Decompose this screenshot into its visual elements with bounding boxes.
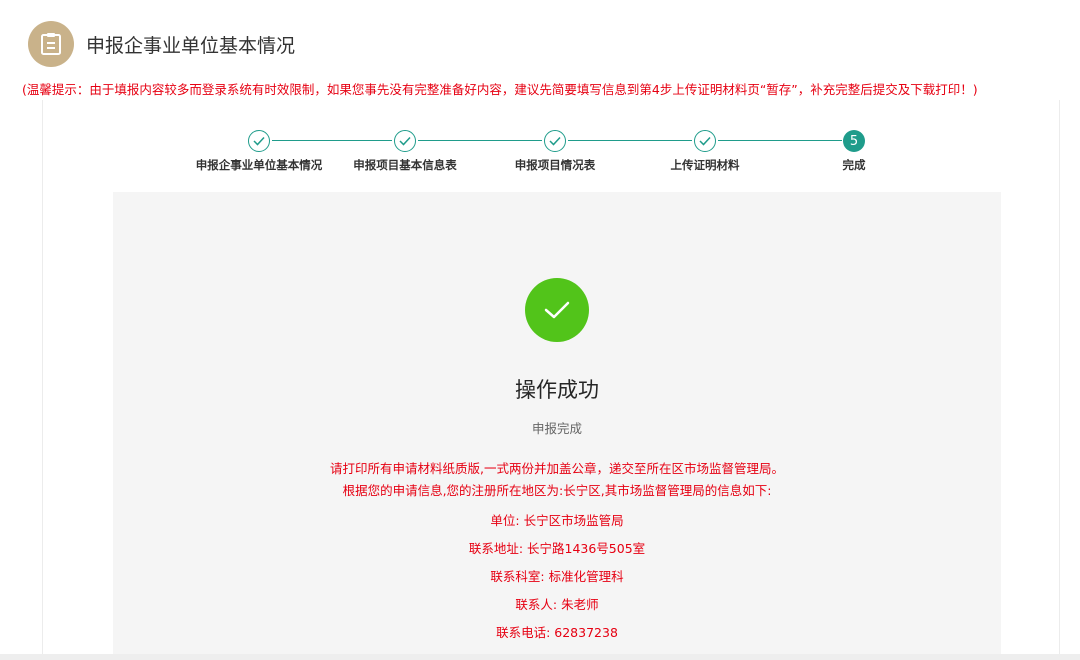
step-5: 5 完成 (769, 130, 939, 173)
step-4: 上传证明材料 (620, 130, 790, 173)
instruction-line: 请打印所有申请材料纸质版,一式两份并加盖公章，递交至所在区市场监督管理局。 (113, 458, 1001, 480)
clipboard-icon (28, 21, 74, 67)
contact-unit: 单位: 长宁区市场监管局 (113, 507, 1001, 535)
step-2: 申报项目基本信息表 (320, 130, 490, 173)
contact-address: 联系地址: 长宁路1436号505室 (113, 535, 1001, 563)
step-label: 完成 (769, 157, 939, 173)
contact-person: 联系人: 朱老师 (113, 591, 1001, 619)
step-label: 申报项目基本信息表 (320, 157, 490, 173)
check-icon (394, 130, 416, 152)
contact-phone: 联系电话: 62837238 (113, 619, 1001, 647)
step-3: 申报项目情况表 (470, 130, 640, 173)
result-instructions: 请打印所有申请材料纸质版,一式两份并加盖公章，递交至所在区市场监督管理局。 根据… (113, 458, 1001, 647)
progress-steps: 申报企事业单位基本情况 申报项目基本信息表 申报项目情况表 上传证明材料 5 完… (43, 100, 1059, 190)
check-icon (248, 130, 270, 152)
check-icon (694, 130, 716, 152)
main-panel: 申报企事业单位基本情况 申报项目基本信息表 申报项目情况表 上传证明材料 5 完… (42, 100, 1060, 660)
check-icon (544, 130, 566, 152)
bottom-scrollbar-track (0, 654, 1080, 660)
step-label: 上传证明材料 (620, 157, 790, 173)
success-check-icon (525, 278, 589, 342)
contact-department: 联系科室: 标准化管理科 (113, 563, 1001, 591)
instruction-line: 根据您的申请信息,您的注册所在地区为:长宁区,其市场监督管理局的信息如下: (113, 480, 1001, 502)
step-1: 申报企事业单位基本情况 (174, 130, 344, 173)
step-label: 申报项目情况表 (470, 157, 640, 173)
page-title: 申报企事业单位基本情况 (86, 31, 295, 58)
result-panel: 操作成功 申报完成 请打印所有申请材料纸质版,一式两份并加盖公章，递交至所在区市… (113, 192, 1001, 660)
result-title: 操作成功 (113, 374, 1001, 404)
step-label: 申报企事业单位基本情况 (174, 157, 344, 173)
step-number: 5 (843, 130, 865, 152)
result-subtitle: 申报完成 (113, 418, 1001, 437)
page-header: 申报企事业单位基本情况 (28, 20, 295, 68)
notice-text: (温馨提示：由于填报内容较多而登录系统有时效限制，如果您事先没有完整准备好内容，… (22, 79, 1080, 98)
